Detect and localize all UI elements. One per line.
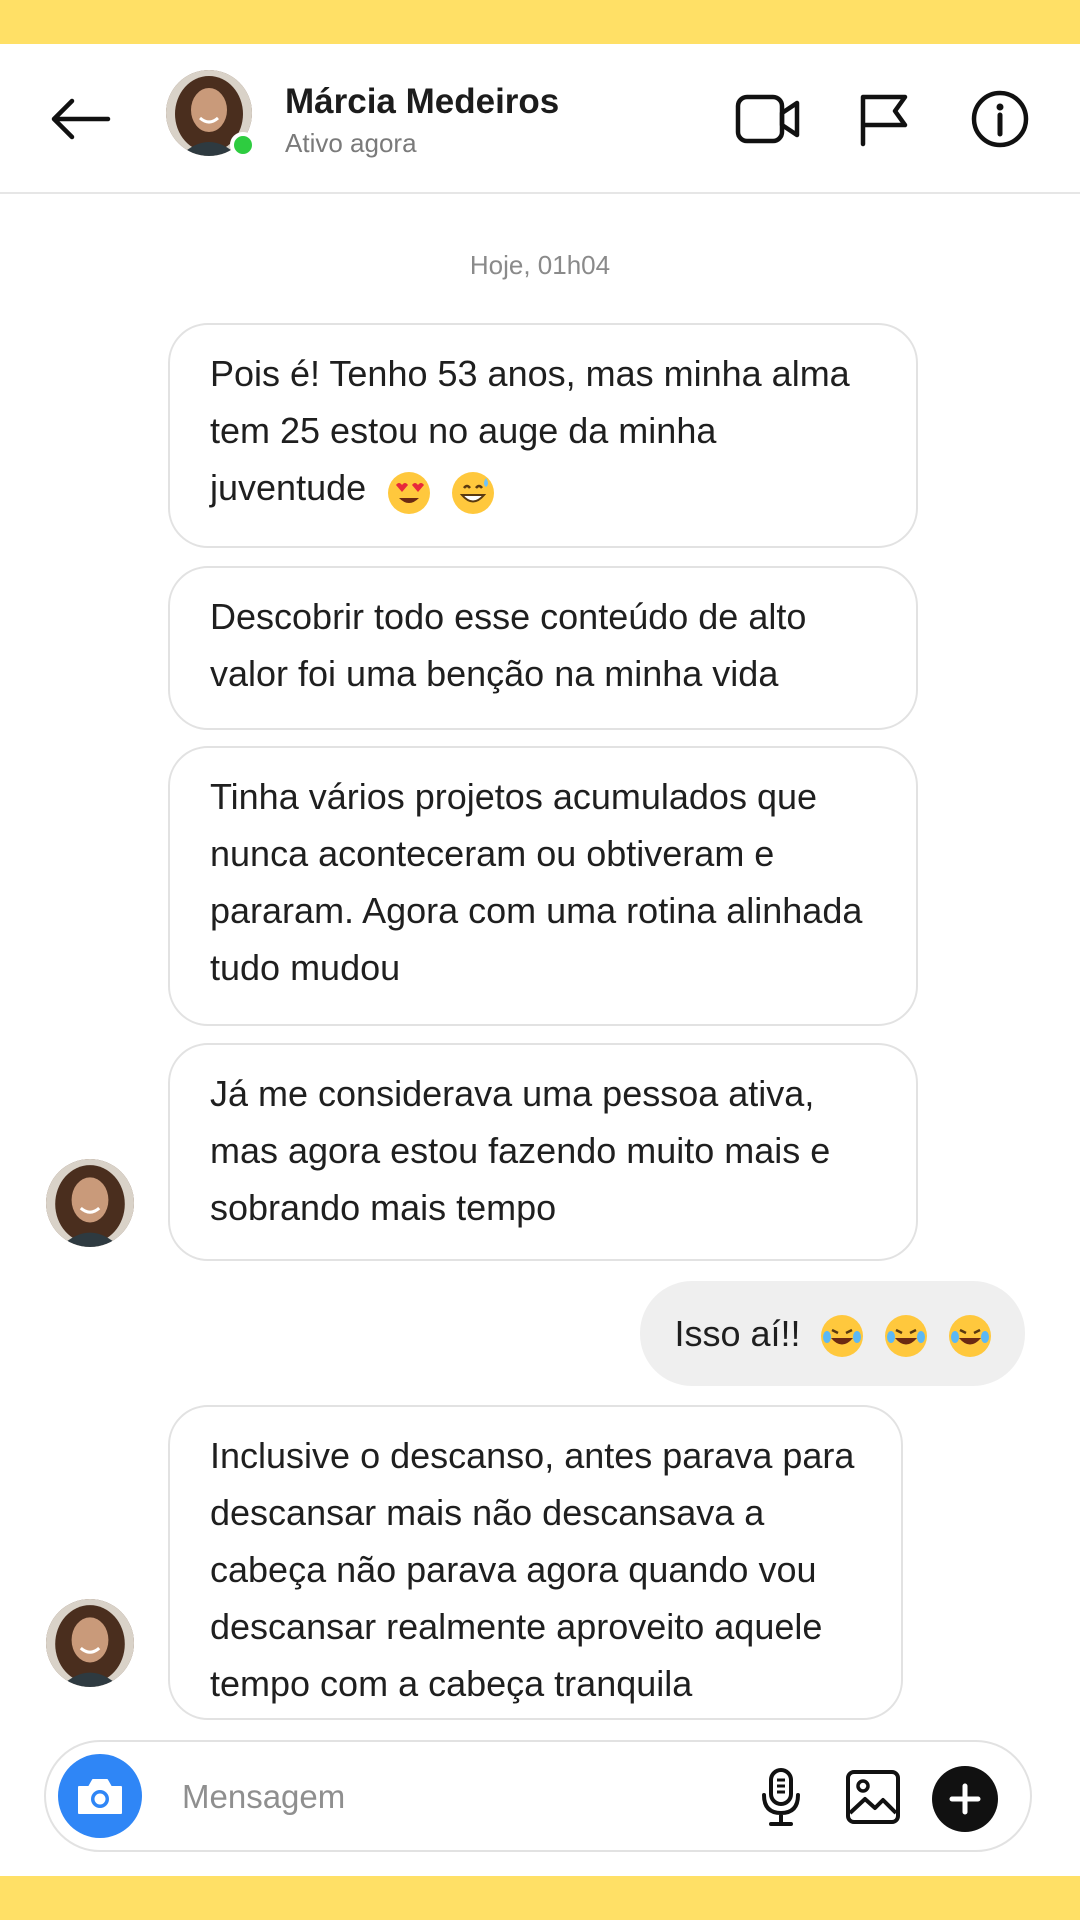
- camera-button[interactable]: [58, 1754, 142, 1838]
- message-bubble[interactable]: Descobrir todo esse conteúdo de alto val…: [168, 566, 918, 730]
- video-call-icon: [735, 94, 800, 144]
- contact-avatar[interactable]: [166, 70, 256, 158]
- sent-message-bubble[interactable]: Isso aí!!: [640, 1281, 1025, 1386]
- message-bubble[interactable]: Inclusive o descanso, antes parava para …: [168, 1405, 903, 1720]
- message-bubble[interactable]: Tinha vários projetos acumulados que nun…: [168, 746, 918, 1026]
- message-text: Descobrir todo esse conteúdo de alto val…: [210, 596, 807, 694]
- contact-name[interactable]: Márcia Medeiros: [285, 82, 559, 122]
- tears-of-joy-emoji: [948, 1315, 991, 1358]
- report-button[interactable]: [848, 84, 918, 154]
- camera-icon: [78, 1779, 122, 1814]
- video-call-button[interactable]: [728, 84, 808, 154]
- online-indicator: [230, 132, 256, 158]
- more-options-button[interactable]: [932, 1766, 998, 1832]
- chat-header: Márcia Medeiros Ativo agora: [0, 44, 1080, 194]
- message-text: Inclusive o descanso, antes parava para …: [210, 1435, 855, 1704]
- gallery-icon: [846, 1770, 900, 1824]
- message-input[interactable]: [180, 1766, 704, 1828]
- back-arrow-icon: [51, 98, 111, 140]
- microphone-icon: [762, 1768, 800, 1826]
- tears-of-joy-emoji: [820, 1315, 863, 1358]
- heart-eyes-emoji: [388, 472, 431, 515]
- message-text: Pois é! Tenho 53 anos, mas minha alma te…: [210, 353, 850, 508]
- gallery-button[interactable]: [838, 1762, 908, 1832]
- message-avatar[interactable]: [46, 1159, 134, 1247]
- back-button[interactable]: [40, 89, 120, 149]
- flag-icon: [860, 94, 908, 147]
- plus-icon: [949, 1783, 981, 1815]
- message-bubble[interactable]: Pois é! Tenho 53 anos, mas minha alma te…: [168, 323, 918, 548]
- message-bubble[interactable]: Já me considerava uma pessoa ativa, mas …: [168, 1043, 918, 1261]
- chat-timestamp: Hoje, 01h04: [469, 250, 611, 280]
- info-button[interactable]: [962, 84, 1038, 154]
- message-text: Tinha vários projetos acumulados que nun…: [210, 776, 863, 988]
- top-accent-band: [0, 0, 1080, 44]
- message-composer: [44, 1740, 1032, 1852]
- tears-of-joy-emoji: [884, 1315, 927, 1358]
- message-text: Já me considerava uma pessoa ativa, mas …: [210, 1073, 831, 1228]
- voice-message-button[interactable]: [746, 1762, 816, 1832]
- message-text: Isso aí!!: [674, 1313, 801, 1354]
- contact-status: Ativo agora: [285, 128, 417, 158]
- message-avatar[interactable]: [46, 1599, 134, 1687]
- grinning-sweat-emoji: [452, 472, 495, 515]
- bottom-accent-band: [0, 1876, 1080, 1920]
- info-icon: [971, 90, 1029, 148]
